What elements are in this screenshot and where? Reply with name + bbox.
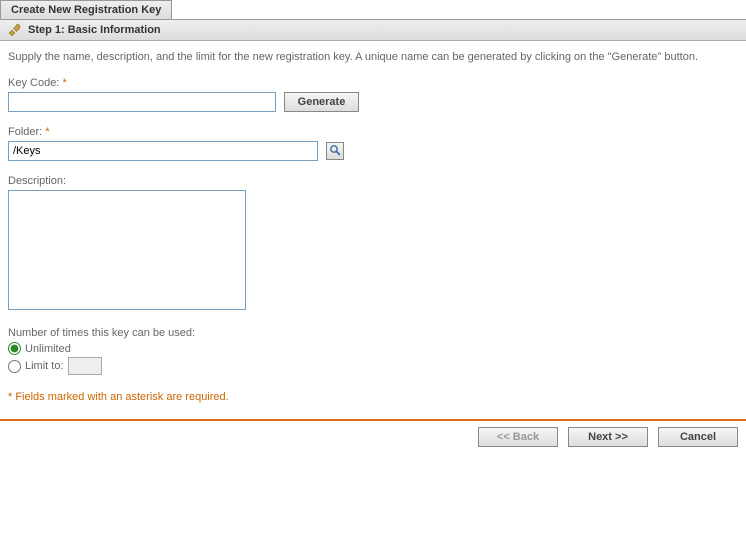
limit-input[interactable]: [68, 357, 102, 375]
required-asterisk: *: [45, 126, 49, 138]
wizard-footer: << Back Next >> Cancel: [0, 427, 746, 455]
label-text: Folder:: [8, 126, 42, 138]
radio-unlimited-row: Unlimited: [8, 342, 738, 355]
radio-limit-to[interactable]: [8, 360, 21, 373]
form-content: Supply the name, description, and the li…: [0, 41, 746, 415]
usage-field: Number of times this key can be used: Un…: [8, 327, 738, 375]
keycode-label: Key Code: *: [8, 77, 738, 89]
usage-label: Number of times this key can be used:: [8, 327, 738, 339]
description-field: Description:: [8, 175, 738, 313]
radio-limit-row: Limit to:: [8, 357, 738, 375]
radio-unlimited-label: Unlimited: [25, 343, 71, 355]
browse-folder-button[interactable]: [326, 142, 344, 160]
keycode-input[interactable]: [8, 92, 276, 112]
folder-input[interactable]: [8, 141, 318, 161]
description-label: Description:: [8, 175, 738, 187]
required-asterisk: *: [62, 77, 66, 89]
magnifier-icon: [329, 144, 341, 159]
divider: [0, 419, 746, 421]
radio-unlimited[interactable]: [8, 342, 21, 355]
tab-create-registration-key[interactable]: Create New Registration Key: [0, 0, 172, 19]
instructions-text: Supply the name, description, and the li…: [8, 51, 738, 63]
tab-label: Create New Registration Key: [11, 4, 161, 16]
radio-limit-label: Limit to:: [25, 360, 64, 372]
folder-label: Folder: *: [8, 126, 738, 138]
tab-bar: Create New Registration Key: [0, 0, 746, 20]
cancel-button[interactable]: Cancel: [658, 427, 738, 447]
label-text: Key Code:: [8, 77, 59, 89]
description-textarea[interactable]: [8, 190, 246, 310]
step-title: Step 1: Basic Information: [28, 24, 161, 36]
back-button: << Back: [478, 427, 558, 447]
folder-field: Folder: *: [8, 126, 738, 161]
required-footnote: * Fields marked with an asterisk are req…: [8, 391, 738, 403]
keycode-field: Key Code: * Generate: [8, 77, 738, 112]
next-button[interactable]: Next >>: [568, 427, 648, 447]
step-header: Step 1: Basic Information: [0, 20, 746, 41]
wrench-icon: [8, 23, 22, 37]
generate-button[interactable]: Generate: [284, 92, 359, 112]
